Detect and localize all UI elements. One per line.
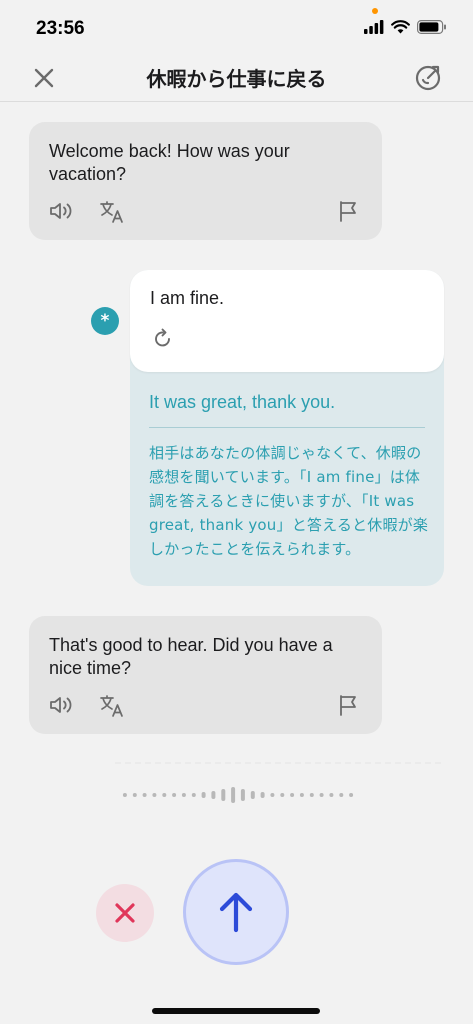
waveform-bar xyxy=(349,793,354,797)
speaker-icon[interactable] xyxy=(49,694,75,716)
waveform-bar xyxy=(132,793,137,797)
waveform-bar xyxy=(309,793,314,797)
waveform-bar xyxy=(270,793,275,797)
flag-icon[interactable] xyxy=(338,200,358,222)
wifi-icon xyxy=(391,20,410,34)
user-message-text: I am fine. xyxy=(150,288,225,308)
waveform-bar xyxy=(319,793,324,797)
fade-divider xyxy=(115,762,445,764)
translate-icon[interactable] xyxy=(99,200,125,224)
user-avatar: * xyxy=(91,307,119,335)
waveform-bar xyxy=(211,791,216,799)
translate-icon[interactable] xyxy=(99,694,125,718)
waveform-bar xyxy=(299,793,304,797)
waveform-bar xyxy=(152,793,157,797)
ai-message-text: That's good to hear. Did you have a nice… xyxy=(49,635,333,678)
waveform-bar xyxy=(280,793,285,797)
battery-icon xyxy=(417,20,446,34)
waveform-bar xyxy=(122,793,127,797)
send-button[interactable] xyxy=(183,859,289,965)
waveform-bar xyxy=(201,792,206,798)
status-icons xyxy=(364,20,447,34)
waveform-bar xyxy=(260,792,265,798)
nav-bar: 休暇から仕事に戻る xyxy=(0,56,473,102)
retry-icon[interactable] xyxy=(152,328,174,350)
status-bar: 23:56 xyxy=(0,0,473,56)
home-indicator xyxy=(152,1008,320,1014)
waveform-bar xyxy=(191,793,196,797)
cancel-button[interactable] xyxy=(96,884,154,942)
user-message-bubble: I am fine. xyxy=(130,270,444,372)
waveform-bar xyxy=(221,789,226,801)
waveform-bar xyxy=(339,793,344,797)
voice-waveform xyxy=(122,787,354,803)
ai-message: Welcome back! How was your vacation? xyxy=(29,122,382,240)
message-actions xyxy=(49,694,362,718)
user-message: It was great, thank you. 相手はあなたの体調じゃなくて、… xyxy=(130,270,444,586)
correction-text: It was great, thank you. xyxy=(149,392,336,412)
status-time: 23:56 xyxy=(36,18,85,39)
waveform-bar xyxy=(172,793,177,797)
feedback-divider xyxy=(149,427,425,428)
waveform-bar xyxy=(162,793,167,797)
waveform-bar xyxy=(290,793,295,797)
flag-icon[interactable] xyxy=(338,694,358,716)
explanation-text: 相手はあなたの体調じゃなくて、休暇の感想を聞いています。「I am fine」は… xyxy=(149,444,429,558)
waveform-bar xyxy=(231,787,236,803)
privacy-indicator xyxy=(372,8,378,14)
ai-message: That's good to hear. Did you have a nice… xyxy=(29,616,382,734)
speaker-icon[interactable] xyxy=(49,200,75,222)
goal-icon[interactable] xyxy=(413,62,443,92)
waveform-bar xyxy=(240,789,245,801)
waveform-bar xyxy=(142,793,147,797)
signal-icon xyxy=(364,20,384,34)
waveform-bar xyxy=(181,793,186,797)
page-title: 休暇から仕事に戻る xyxy=(146,67,327,91)
waveform-bar xyxy=(250,791,255,799)
cancel-icon xyxy=(115,903,135,923)
message-actions xyxy=(49,200,362,224)
ai-message-text: Welcome back! How was your vacation? xyxy=(49,141,290,184)
waveform-bar xyxy=(329,793,334,797)
arrow-up-icon xyxy=(219,892,253,933)
